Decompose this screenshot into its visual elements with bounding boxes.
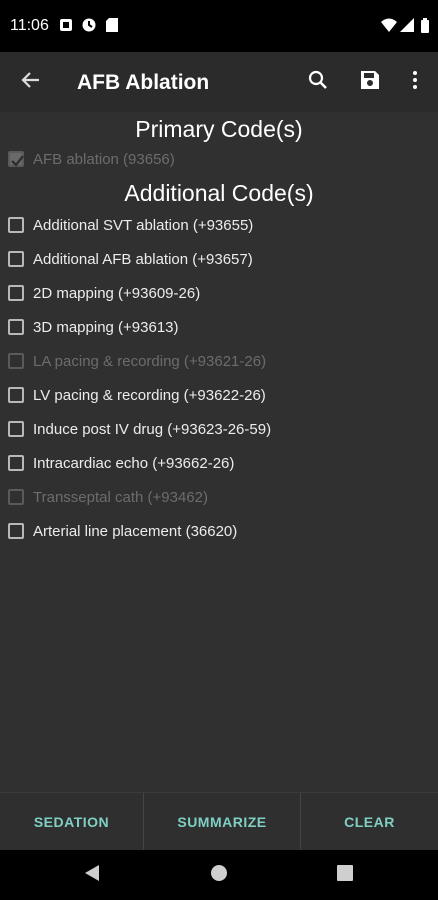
code-row-la-pacing: LA pacing & recording (+93621-26) xyxy=(8,344,266,378)
code-row-intracardiac-echo[interactable]: Intracardiac echo (+93662-26) xyxy=(8,446,234,480)
primary-code-label: AFB ablation (93656) xyxy=(33,150,175,168)
checkbox[interactable] xyxy=(8,217,24,233)
search-button[interactable] xyxy=(296,52,340,112)
checkbox[interactable] xyxy=(8,319,24,335)
code-row-lv-pacing[interactable]: LV pacing & recording (+93622-26) xyxy=(8,378,266,412)
code-label: Arterial line placement (36620) xyxy=(33,522,238,540)
code-label: 2D mapping (+93609-26) xyxy=(33,284,201,302)
code-label: Additional SVT ablation (+93655) xyxy=(33,216,254,234)
more-vert-icon xyxy=(412,70,418,95)
status-time: 11:06 xyxy=(10,17,49,34)
status-bar: 11:06 xyxy=(0,0,438,52)
code-row-induce-post-iv[interactable]: Induce post IV drug (+93623-26-59) xyxy=(8,412,271,446)
more-options-button[interactable] xyxy=(393,52,437,112)
nav-back-icon xyxy=(84,864,100,887)
notification-b-icon xyxy=(82,18,96,37)
code-row-additional-afb[interactable]: Additional AFB ablation (+93657) xyxy=(8,242,253,276)
code-label: Transseptal cath (+93462) xyxy=(33,488,208,506)
search-icon xyxy=(308,70,328,95)
code-label: Additional AFB ablation (+93657) xyxy=(33,250,253,268)
bottom-action-bar: SEDATION SUMMARIZE CLEAR xyxy=(0,792,438,851)
summarize-button[interactable]: SUMMARIZE xyxy=(144,793,300,851)
signal-icon xyxy=(400,18,414,37)
additional-heading: Additional Code(s) xyxy=(124,180,314,206)
code-row-additional-svt[interactable]: Additional SVT ablation (+93655) xyxy=(8,208,253,242)
code-label: Induce post IV drug (+93623-26-59) xyxy=(33,420,272,438)
arrow-left-icon xyxy=(21,70,41,95)
sd-card-icon xyxy=(106,18,118,37)
save-button[interactable] xyxy=(348,52,392,112)
checkbox[interactable] xyxy=(8,455,24,471)
primary-code-row: AFB ablation (93656) xyxy=(8,142,175,176)
checkbox[interactable] xyxy=(8,523,24,539)
app-bar: AFB Ablation xyxy=(0,52,438,112)
system-nav-bar xyxy=(0,850,438,900)
checkbox[interactable] xyxy=(8,285,24,301)
code-row-3d-mapping[interactable]: 3D mapping (+93613) xyxy=(8,310,179,344)
nav-recents-button[interactable] xyxy=(320,850,370,900)
code-label: LA pacing & recording (+93621-26) xyxy=(33,352,267,370)
checkbox[interactable] xyxy=(8,251,24,267)
clear-button[interactable]: CLEAR xyxy=(301,793,438,851)
checkbox-disabled xyxy=(8,489,24,505)
checkbox[interactable] xyxy=(8,421,24,437)
code-label: Intracardiac echo (+93662-26) xyxy=(33,454,235,472)
checkbox-disabled xyxy=(8,353,24,369)
nav-back-button[interactable] xyxy=(67,850,117,900)
wifi-icon xyxy=(381,18,397,37)
code-list: Primary Code(s) AFB ablation (93656) Add… xyxy=(0,112,438,792)
code-row-2d-mapping[interactable]: 2D mapping (+93609-26) xyxy=(8,276,200,310)
nav-home-icon xyxy=(210,864,228,887)
save-icon xyxy=(360,70,380,95)
code-row-arterial-line[interactable]: Arterial line placement (36620) xyxy=(8,514,237,548)
page-title: AFB Ablation xyxy=(77,71,210,94)
checkbox[interactable] xyxy=(8,387,24,403)
checkbox-checked xyxy=(8,151,24,167)
sedation-button[interactable]: SEDATION xyxy=(0,793,143,851)
code-row-transseptal-cath: Transseptal cath (+93462) xyxy=(8,480,208,514)
nav-recents-icon xyxy=(337,864,353,886)
notification-a-icon xyxy=(60,18,72,37)
nav-home-button[interactable] xyxy=(194,850,244,900)
back-button[interactable] xyxy=(9,52,53,112)
battery-icon xyxy=(421,18,429,38)
code-label: LV pacing & recording (+93622-26) xyxy=(33,386,266,404)
code-label: 3D mapping (+93613) xyxy=(33,318,179,336)
primary-heading: Primary Code(s) xyxy=(135,116,303,142)
